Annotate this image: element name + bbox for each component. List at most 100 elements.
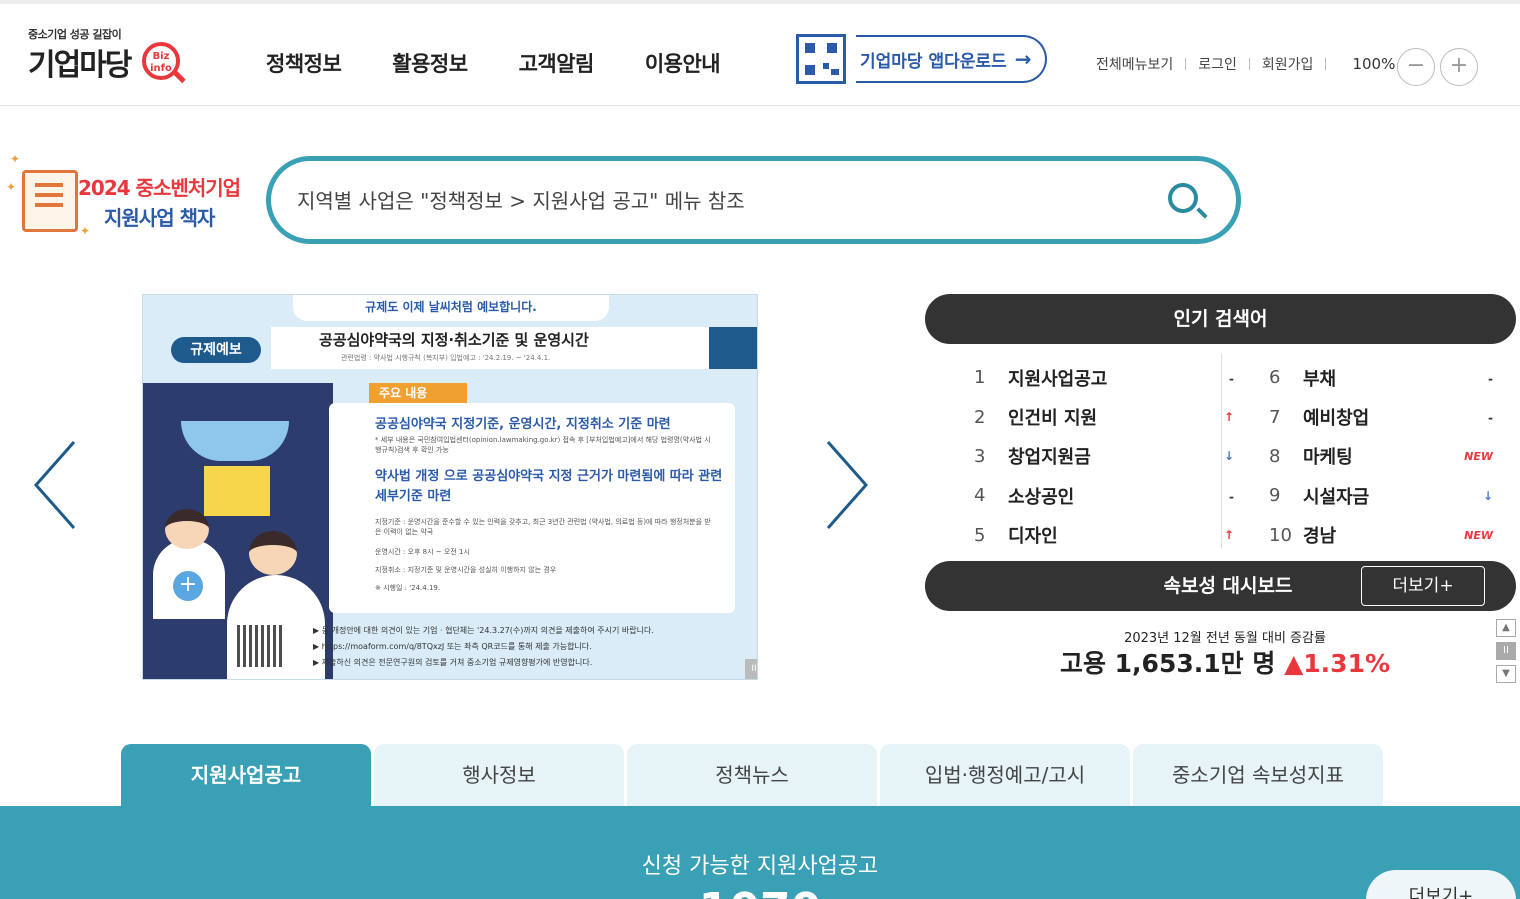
- sparkle-icon: ✦: [6, 180, 17, 194]
- trend-same-icon: -: [1229, 490, 1234, 505]
- tab-sme-indicators[interactable]: 중소기업 속보성지표: [1133, 744, 1383, 806]
- nav-customer-notice[interactable]: 고객알림: [519, 48, 595, 78]
- keyword-item[interactable]: 2 인건비 지원 ↑: [974, 397, 1234, 436]
- keyword-rank: 10: [1269, 524, 1292, 546]
- keyword-item[interactable]: 6 부채 -: [1269, 358, 1493, 397]
- zoom-in-button[interactable]: +: [1440, 48, 1478, 86]
- slide-title: 공공심야약국의 지정·취소기준 및 운영시간: [319, 331, 589, 349]
- slide-bullet: 운영시간 : 오후 8시 ~ 오전 1시: [375, 548, 470, 556]
- keyword-rank: 1: [974, 367, 986, 389]
- keyword-text[interactable]: 창업지원금: [1008, 443, 1091, 469]
- app-download-banner[interactable]: 기업마당 앱다운로드 →: [796, 34, 1048, 84]
- slide-note: * 세부 내용은 국민참여입법센터(opinion.lawmaking.go.k…: [375, 436, 711, 454]
- site-logo[interactable]: 중소기업 성공 길잡이 기업마당 Biz info: [28, 26, 188, 86]
- panel-more-button[interactable]: 더보기+: [1366, 870, 1516, 899]
- zoom-out-button[interactable]: −: [1397, 48, 1435, 86]
- keyword-text[interactable]: 디자인: [1008, 522, 1058, 548]
- tab-legislation-notices[interactable]: 입법·행정예고/고시: [880, 744, 1130, 806]
- keyword-text[interactable]: 지원사업공고: [1008, 365, 1107, 391]
- keyword-item[interactable]: 9 시설자금 ↓: [1269, 476, 1493, 515]
- chevron-left-icon: [33, 441, 76, 529]
- trend-down-icon: ↓: [1482, 488, 1493, 503]
- popular-keywords-right: 6 부채 - 7 예비창업 - 8 마케팅 NEW 9 시설자금 ↓ 10 경남 NEW: [1269, 358, 1493, 555]
- main-search-box: [266, 156, 1241, 244]
- book-banner-line1: 2024 중소벤처기업: [78, 176, 241, 200]
- keyword-text[interactable]: 시설자금: [1303, 483, 1369, 509]
- book-icon: [22, 170, 78, 232]
- tab-event-info[interactable]: 행사정보: [374, 744, 624, 806]
- nav-usage-guide[interactable]: 이용안내: [645, 48, 721, 78]
- full-menu-link[interactable]: 전체메뉴보기: [1096, 54, 1173, 74]
- arrow-right-icon: →: [1014, 47, 1032, 71]
- trend-down-icon: ↓: [1223, 449, 1234, 464]
- content-tabs: 지원사업공고 행사정보 정책뉴스 입법·행정예고/고시 중소기업 속보성지표: [121, 744, 1386, 806]
- new-badge-icon: NEW: [1464, 528, 1493, 542]
- keyword-column-divider: [1221, 354, 1222, 548]
- slide-badge: 규제예보: [171, 337, 261, 363]
- trend-up-icon: ↑: [1223, 410, 1234, 425]
- dashboard-next-button[interactable]: ▼: [1496, 665, 1516, 683]
- slide-heading-2: 약사법 개정 으로 공공심야약국 지정 근거가 마련됨에 따라 관련 세부기준 …: [375, 469, 723, 504]
- login-link[interactable]: 로그인: [1198, 54, 1237, 74]
- keyword-text[interactable]: 마케팅: [1303, 443, 1353, 469]
- keyword-text[interactable]: 인건비 지원: [1008, 404, 1097, 430]
- app-download-label: 기업마당 앱다운로드: [860, 51, 1007, 72]
- dashboard-header: 속보성 대시보드 더보기+: [925, 561, 1516, 611]
- dashboard-prev-button[interactable]: ▲: [1496, 619, 1516, 637]
- tab-support-notices[interactable]: 지원사업공고: [121, 744, 371, 806]
- slide-footer-line: ▶ 제출하신 의견은 전문연구원의 검토를 거쳐 중소기업 규제영향평가에 반영…: [313, 658, 593, 667]
- sparkle-icon: ✦: [10, 152, 21, 166]
- keyword-item[interactable]: 4 소상공인 -: [974, 476, 1234, 515]
- support-notices-panel: 신청 가능한 지원사업공고 1070 더보기+: [0, 806, 1520, 899]
- main-slide-banner[interactable]: 규제도 이제 날씨처럼 예보합니다. 규제예보 공공심야약국의 지정·취소기준 …: [142, 294, 758, 680]
- divider: [1325, 58, 1327, 70]
- dashboard-more-button[interactable]: 더보기+: [1361, 566, 1485, 606]
- zoom-level: 100%: [1352, 55, 1396, 73]
- slide-top-banner: 규제도 이제 날씨처럼 예보합니다.: [293, 295, 609, 321]
- keyword-rank: 6: [1269, 367, 1281, 389]
- keyword-rank: 2: [974, 406, 986, 428]
- tab-policy-news[interactable]: 정책뉴스: [627, 744, 877, 806]
- popular-keywords-title: 인기 검색어: [925, 294, 1516, 344]
- panel-count: 1070: [0, 884, 1520, 899]
- keyword-text[interactable]: 예비창업: [1303, 404, 1369, 430]
- divider: [1248, 58, 1250, 70]
- slider-next-button[interactable]: [822, 440, 872, 530]
- main-nav: 정책정보 활용정보 고객알림 이용안내: [266, 48, 771, 78]
- signup-link[interactable]: 회원가입: [1262, 54, 1314, 74]
- keyword-item[interactable]: 5 디자인 ↑: [974, 516, 1234, 555]
- dashboard-pause-button[interactable]: II: [1496, 642, 1516, 660]
- keyword-text[interactable]: 소상공인: [1008, 483, 1074, 509]
- pharmacist-head: [165, 509, 209, 549]
- keyword-item[interactable]: 8 마케팅 NEW: [1269, 437, 1493, 476]
- chevron-right-icon: [826, 441, 869, 529]
- slide-footer-line: ▶ 동 개정안에 대한 의견이 있는 기업 · 협단체는 '24.3.27(수)…: [313, 626, 654, 635]
- search-input[interactable]: [297, 181, 1137, 221]
- popular-keywords-left: 1 지원사업공고 - 2 인건비 지원 ↑ 3 창업지원금 ↓ 4 소상공인 - 5 디자인 ↑: [974, 358, 1234, 555]
- new-badge-icon: NEW: [1464, 449, 1493, 463]
- app-download-button[interactable]: 기업마당 앱다운로드 →: [856, 35, 1048, 83]
- pharmacy-counter-illustration: [201, 463, 273, 519]
- slider-pause-button[interactable]: II: [745, 659, 757, 679]
- keyword-item[interactable]: 10 경남 NEW: [1269, 516, 1493, 555]
- magnifier-handle-icon: [172, 69, 186, 84]
- dashboard-change: ▲1.31%: [1284, 649, 1391, 678]
- search-icon[interactable]: [1168, 183, 1198, 213]
- keyword-text[interactable]: 부채: [1303, 365, 1336, 391]
- nav-policy-info[interactable]: 정책정보: [266, 48, 342, 78]
- book-banner-line2: 지원사업 책자: [104, 206, 215, 230]
- keyword-item[interactable]: 1 지원사업공고 -: [974, 358, 1234, 397]
- support-book-banner[interactable]: ✦ ✦ ✦ 2024 중소벤처기업 지원사업 책자: [6, 150, 256, 240]
- nav-utilization-info[interactable]: 활용정보: [392, 48, 468, 78]
- slider-prev-button[interactable]: [30, 440, 80, 530]
- keyword-item[interactable]: 7 예비창업 -: [1269, 397, 1493, 436]
- keyword-item[interactable]: 3 창업지원금 ↓: [974, 437, 1234, 476]
- trend-same-icon: -: [1488, 411, 1493, 426]
- qr-code-image: [237, 625, 283, 667]
- keyword-text[interactable]: 경남: [1303, 522, 1336, 548]
- slide-bullet: ※ 시행일 : '24.4.19.: [375, 584, 441, 592]
- dashboard-value-label: 고용 1,653.1만 명: [1059, 649, 1276, 678]
- logo-name: 기업마당: [28, 48, 132, 83]
- keyword-rank: 8: [1269, 445, 1281, 467]
- panel-title: 신청 가능한 지원사업공고: [641, 854, 879, 879]
